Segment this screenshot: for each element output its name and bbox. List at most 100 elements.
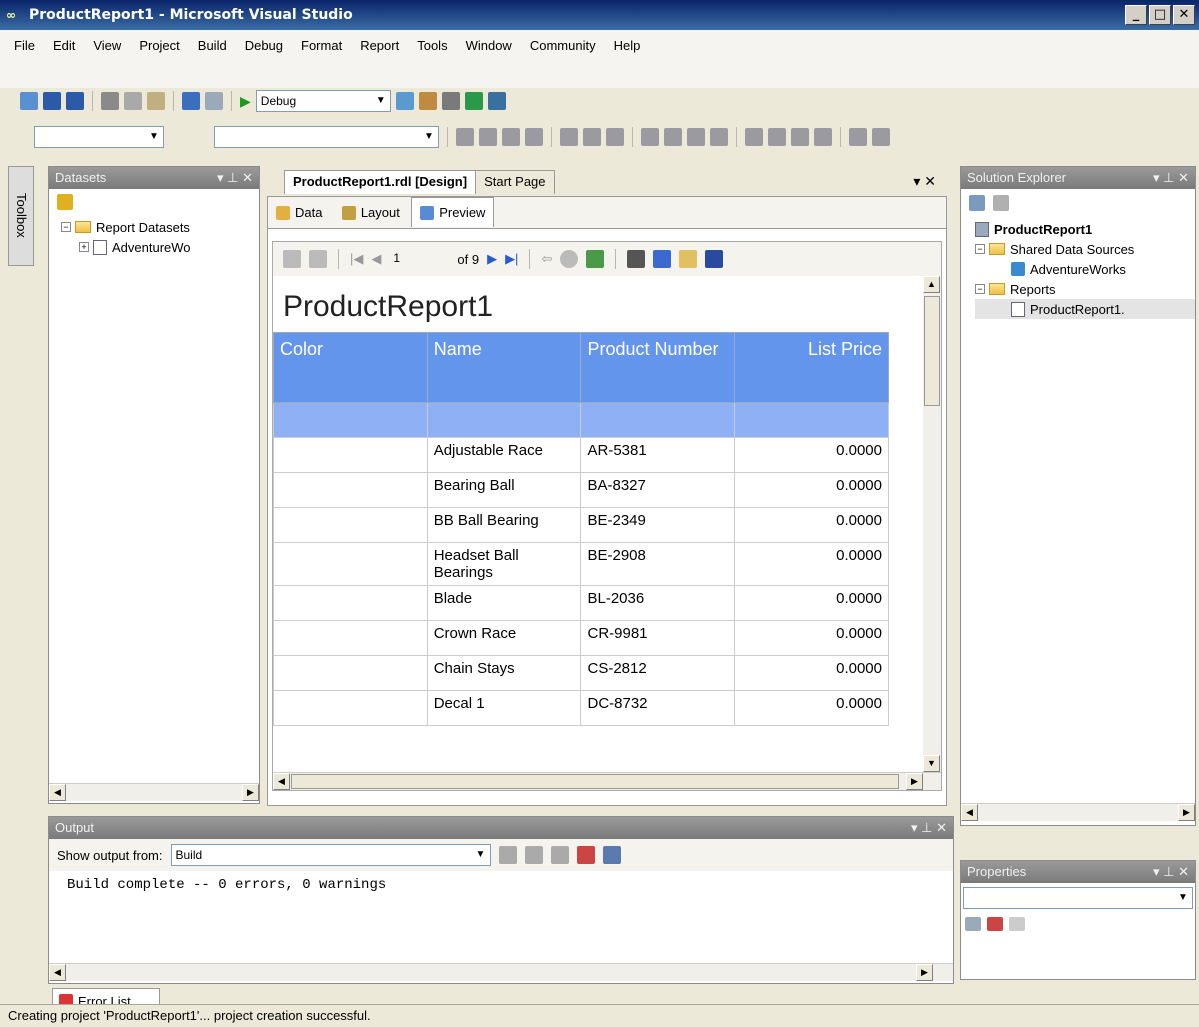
menu-tools[interactable]: Tools — [417, 38, 447, 53]
alphabetical-icon[interactable] — [987, 917, 1003, 931]
output-hscroll[interactable]: ◀ ▶ — [49, 963, 953, 981]
tree-item-datasource[interactable]: AdventureWorks — [975, 259, 1195, 279]
remove-spacing-icon[interactable] — [814, 128, 832, 146]
properties-icon[interactable] — [418, 92, 437, 110]
pin-close-icon[interactable]: ▾ ⊥ ✕ — [1153, 170, 1189, 186]
menu-debug[interactable]: Debug — [245, 38, 283, 53]
output-source-combo[interactable]: Build ▼ — [170, 844, 491, 866]
prev-message-icon[interactable] — [524, 846, 543, 864]
horizontal-spacing-icon[interactable] — [745, 128, 763, 146]
page-setup-icon[interactable] — [679, 250, 698, 268]
menu-community[interactable]: Community — [530, 38, 596, 53]
show-all-files-icon[interactable] — [993, 195, 1009, 211]
scroll-right-icon[interactable]: ▶ — [1178, 804, 1195, 821]
scroll-left-icon[interactable]: ◀ — [49, 784, 66, 801]
scroll-up-icon[interactable]: ▲ — [923, 276, 940, 293]
last-page-icon[interactable]: ▶| — [505, 251, 518, 267]
scroll-right-icon[interactable]: ▶ — [242, 784, 259, 801]
tree-item-project[interactable]: ProductReport1 — [975, 219, 1195, 239]
menu-build[interactable]: Build — [198, 38, 227, 53]
menu-help[interactable]: Help — [614, 38, 641, 53]
property-pages-icon[interactable] — [1009, 917, 1025, 931]
export-icon[interactable] — [705, 250, 724, 268]
report-vscroll[interactable]: ▲ ▼ — [923, 276, 941, 772]
collapse-icon[interactable]: − — [61, 222, 71, 232]
tree-item-reports[interactable]: − Reports — [975, 279, 1195, 299]
scroll-left-icon[interactable]: ◀ — [273, 773, 290, 790]
collapse-icon[interactable]: − — [975, 244, 985, 254]
solution-config-combo[interactable]: Debug ▼ — [255, 90, 391, 112]
align-middle-icon[interactable] — [583, 128, 601, 146]
size-combo[interactable]: ▼ — [214, 126, 439, 148]
tree-item-shared-data-sources[interactable]: − Shared Data Sources — [975, 239, 1195, 259]
tab-data[interactable]: Data — [268, 199, 330, 227]
menu-format[interactable]: Format — [301, 38, 342, 53]
menu-project[interactable]: Project — [139, 38, 179, 53]
datasets-hscroll[interactable]: ◀ ▶ — [49, 783, 259, 801]
print-layout-icon[interactable] — [653, 250, 672, 268]
paste-icon[interactable] — [147, 92, 165, 110]
tab-start-page[interactable]: Start Page — [475, 170, 555, 194]
scroll-left-icon[interactable]: ◀ — [961, 804, 978, 821]
same-size-icon[interactable] — [687, 128, 705, 146]
find-message-icon[interactable] — [498, 846, 517, 864]
parent-report-icon[interactable] — [309, 250, 327, 268]
align-center-icon[interactable] — [502, 128, 520, 146]
refresh-icon[interactable] — [586, 250, 605, 268]
menu-view[interactable]: View — [93, 38, 121, 53]
grid-size-icon[interactable] — [710, 128, 728, 146]
word-wrap-icon[interactable] — [602, 846, 621, 864]
new-project-icon[interactable] — [20, 92, 38, 110]
save-all-icon[interactable] — [66, 92, 84, 110]
collapse-icon[interactable]: − — [975, 284, 985, 294]
increase-spacing-icon[interactable] — [768, 128, 786, 146]
scroll-right-icon[interactable]: ▶ — [916, 964, 933, 981]
pin-close-icon[interactable]: ▾ ⊥ ✕ — [911, 820, 947, 836]
menu-report[interactable]: Report — [360, 38, 399, 53]
print-icon[interactable] — [627, 250, 646, 268]
maximize-button[interactable]: □ — [1149, 5, 1171, 25]
tree-item-report[interactable]: ProductReport1. — [975, 299, 1195, 319]
scroll-thumb[interactable] — [924, 296, 940, 406]
tree-item-dataset[interactable]: + AdventureWo — [61, 237, 259, 257]
categorized-icon[interactable] — [965, 917, 981, 931]
next-page-icon[interactable]: ▶ — [487, 251, 497, 267]
align-bottom-icon[interactable] — [606, 128, 624, 146]
toolbox-tab[interactable]: Toolbox — [8, 166, 34, 266]
minimize-button[interactable]: _ — [1125, 5, 1147, 25]
scroll-down-icon[interactable]: ▼ — [923, 755, 940, 772]
object-browser-icon[interactable] — [464, 92, 483, 110]
close-button[interactable]: ✕ — [1173, 5, 1195, 25]
next-message-icon[interactable] — [550, 846, 569, 864]
tab-preview[interactable]: Preview — [411, 197, 495, 227]
align-right-icon[interactable] — [525, 128, 543, 146]
close-doc-icon[interactable]: ▾ ✕ — [913, 173, 936, 194]
pin-close-icon[interactable]: ▾ ⊥ ✕ — [217, 170, 253, 186]
cut-icon[interactable] — [101, 92, 119, 110]
stop-icon[interactable] — [560, 250, 579, 268]
first-page-icon[interactable]: |◀ — [350, 251, 363, 267]
scroll-left-icon[interactable]: ◀ — [49, 964, 66, 981]
menu-edit[interactable]: Edit — [53, 38, 75, 53]
scroll-right-icon[interactable]: ▶ — [906, 773, 923, 790]
tree-item-report-datasets[interactable]: − Report Datasets — [61, 217, 259, 237]
menu-file[interactable]: File — [14, 38, 35, 53]
align-left-icon[interactable] — [479, 128, 497, 146]
prev-page-icon[interactable]: ◀ — [371, 251, 381, 267]
solution-hscroll[interactable]: ◀ ▶ — [961, 803, 1195, 821]
report-hscroll[interactable]: ◀ ▶ — [273, 772, 941, 790]
page-number-input[interactable]: 1 — [389, 248, 449, 270]
vertical-spacing-icon[interactable] — [849, 128, 867, 146]
redo-icon[interactable] — [205, 92, 223, 110]
tab-layout[interactable]: Layout — [334, 199, 408, 227]
properties-icon[interactable] — [969, 195, 985, 211]
tab-productreport-design[interactable]: ProductReport1.rdl [Design] — [284, 170, 477, 194]
find-icon[interactable] — [395, 92, 414, 110]
menu-window[interactable]: Window — [466, 38, 512, 53]
start-debug-icon[interactable]: ▶ — [240, 93, 251, 110]
command-window-icon[interactable] — [487, 92, 506, 110]
toolbox-icon[interactable] — [441, 92, 460, 110]
clear-all-icon[interactable] — [576, 846, 595, 864]
expand-icon[interactable]: + — [79, 242, 89, 252]
align-top-icon[interactable] — [560, 128, 578, 146]
